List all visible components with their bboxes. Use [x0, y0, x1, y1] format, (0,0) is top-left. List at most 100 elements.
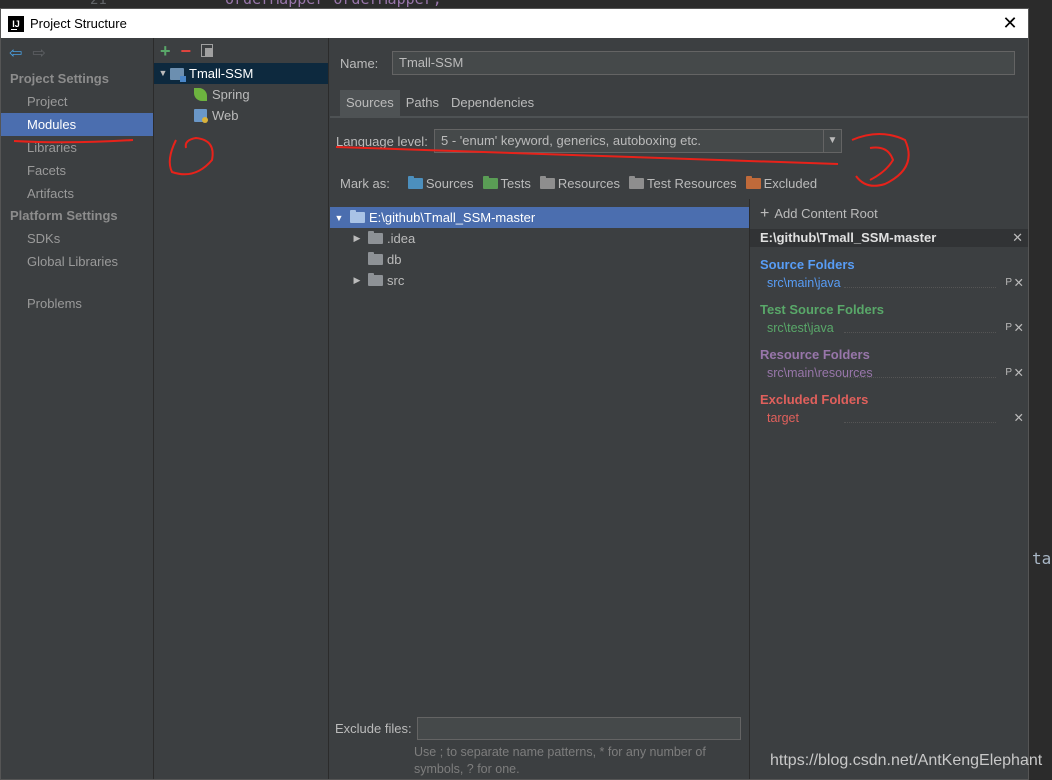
exclude-files-row: Exclude files:: [335, 717, 741, 740]
content-root-header: E:\github\Tmall_SSM-master ✕: [750, 229, 1028, 247]
nav-item-libraries[interactable]: Libraries: [1, 136, 153, 159]
properties-icon[interactable]: P: [1005, 319, 1012, 337]
module-name: Tmall-SSM: [189, 66, 254, 81]
mark-sources-button[interactable]: Sources: [407, 175, 474, 191]
properties-icon[interactable]: P: [1005, 274, 1012, 292]
name-label: Name:: [340, 55, 379, 71]
collapsed-triangle-icon[interactable]: ▶: [350, 275, 364, 286]
language-level-label: Language level:: [336, 133, 428, 149]
language-level-select[interactable]: 5 - 'enum' keyword, generics, autoboxing…: [434, 129, 842, 153]
tab-sources[interactable]: Sources: [340, 90, 400, 116]
language-level-value: 5 - 'enum' keyword, generics, autoboxing…: [441, 133, 702, 148]
group-title: Resource Folders: [760, 347, 870, 362]
code-line: orderMapper orderMapper;: [225, 0, 442, 8]
nav-header-project-settings: Project Settings: [10, 71, 109, 86]
plus-icon: +: [760, 205, 770, 222]
mark-tests-button[interactable]: Tests: [482, 175, 531, 191]
folder-path: target: [767, 411, 799, 425]
folder-icon: [350, 210, 365, 223]
mark-excluded-button[interactable]: Excluded: [745, 175, 817, 191]
tab-paths[interactable]: Paths: [400, 90, 445, 116]
module-name-input[interactable]: Tmall-SSM: [392, 51, 1015, 75]
excluded-folder-entry[interactable]: target ✕: [760, 409, 1028, 427]
module-tabs: Sources Paths Dependencies: [340, 90, 540, 116]
group-title: Source Folders: [760, 257, 855, 272]
forward-arrow-icon[interactable]: ⇨: [32, 43, 45, 63]
folder-name: .idea: [387, 231, 416, 246]
remove-icon[interactable]: ✕: [1014, 409, 1024, 427]
facet-name: Web: [212, 108, 239, 123]
tree-node-web[interactable]: Web: [154, 105, 328, 126]
nav-item-sdks[interactable]: SDKs: [1, 227, 153, 250]
collapsed-triangle-icon[interactable]: ▶: [350, 233, 364, 244]
dotted-leader: [844, 377, 996, 378]
resource-folder-entry[interactable]: src\main\resources P ✕: [760, 364, 1028, 382]
folder-row-db[interactable]: db: [330, 249, 749, 270]
tree-node-module[interactable]: ▼ Tmall-SSM: [154, 63, 328, 84]
module-icon: [170, 67, 186, 82]
resources-folder-icon: [539, 175, 555, 189]
test-resources-folder-icon: [629, 175, 645, 189]
exclude-files-label: Exclude files:: [335, 721, 412, 736]
nav-arrows: ⇦ ⇨: [1, 38, 153, 68]
remove-icon[interactable]: ✕: [1014, 274, 1024, 292]
web-icon: [194, 109, 208, 123]
properties-icon[interactable]: P: [1005, 364, 1012, 382]
excluded-folders-group: Excluded Folders target ✕: [750, 391, 1028, 427]
remove-root-icon[interactable]: ✕: [1012, 229, 1023, 247]
hint-line: symbols, ? for one.: [414, 762, 520, 776]
remove-icon[interactable]: ✕: [1014, 319, 1024, 337]
dropdown-arrow-icon[interactable]: ▼: [823, 130, 841, 152]
language-level-row: Language level: 5 - 'enum' keyword, gene…: [336, 129, 842, 153]
module-settings: Name: Tmall-SSM Sources Paths Dependenci…: [330, 38, 1028, 779]
mark-as-toolbar: Mark as: Sources Tests Resources Test Re…: [340, 173, 826, 193]
content-roots-panel: + Add Content Root E:\github\Tmall_SSM-m…: [749, 199, 1028, 779]
tab-dependencies[interactable]: Dependencies: [445, 90, 540, 116]
folder-root-row[interactable]: ▼ E:\github\Tmall_SSM-master: [330, 207, 749, 228]
folder-row-src[interactable]: ▶ src: [330, 270, 749, 291]
nav-item-artifacts[interactable]: Artifacts: [1, 182, 153, 205]
folder-name: db: [387, 252, 402, 267]
folder-icon: [368, 273, 383, 286]
nav-item-problems[interactable]: Problems: [1, 292, 153, 315]
copy-icon[interactable]: [201, 44, 214, 57]
nav-item-project[interactable]: Project: [1, 90, 153, 113]
add-icon[interactable]: +: [160, 42, 171, 60]
source-folders-group: Source Folders src\main\java P ✕: [750, 256, 1028, 292]
mark-resources-button[interactable]: Resources: [539, 175, 621, 191]
resource-folders-group: Resource Folders src\main\resources P ✕: [750, 346, 1028, 382]
mark-as-label: Mark as:: [340, 175, 390, 191]
folder-path: src\test\java: [767, 321, 834, 335]
expanded-triangle-icon[interactable]: ▼: [332, 213, 346, 223]
dotted-leader: [844, 422, 996, 423]
back-arrow-icon[interactable]: ⇦: [9, 43, 22, 63]
mark-tests-label: Tests: [500, 175, 531, 191]
mark-test-resources-button[interactable]: Test Resources: [629, 175, 737, 191]
add-content-root-button[interactable]: + Add Content Root: [750, 199, 1028, 229]
hint-line: Use ; to separate name patterns, * for a…: [414, 745, 706, 759]
intellij-app-icon: IJ: [8, 15, 24, 32]
mark-test-resources-label: Test Resources: [647, 175, 737, 191]
close-icon[interactable]: ✕: [1000, 13, 1020, 33]
nav-item-facets[interactable]: Facets: [1, 159, 153, 182]
test-source-folders-group: Test Source Folders src\test\java P ✕: [750, 301, 1028, 337]
nav-item-global-libraries[interactable]: Global Libraries: [1, 250, 153, 273]
folder-tree: ▼ E:\github\Tmall_SSM-master ▶ .idea db …: [330, 207, 749, 779]
folder-row-idea[interactable]: ▶ .idea: [330, 228, 749, 249]
content-root-path: E:\github\Tmall_SSM-master: [760, 230, 937, 245]
tree-node-spring[interactable]: Spring: [154, 84, 328, 105]
remove-icon[interactable]: ✕: [1014, 364, 1024, 382]
exclude-files-input[interactable]: [416, 717, 741, 740]
remove-icon[interactable]: −: [181, 42, 192, 60]
source-folder-entry[interactable]: src\main\java P ✕: [760, 274, 1028, 292]
nav-item-modules[interactable]: Modules: [1, 113, 153, 136]
excluded-folder-icon: [745, 175, 761, 189]
mark-resources-label: Resources: [557, 175, 621, 191]
window-title: Project Structure: [30, 16, 127, 31]
code-fragment: ta: [1032, 549, 1052, 568]
settings-nav: ⇦ ⇨ Project Settings Project Modules Lib…: [1, 38, 154, 779]
module-tree: + − ▼ Tmall-SSM Spring Web: [154, 38, 329, 779]
test-folder-entry[interactable]: src\test\java P ✕: [760, 319, 1028, 337]
expanded-triangle-icon[interactable]: ▼: [156, 63, 170, 84]
